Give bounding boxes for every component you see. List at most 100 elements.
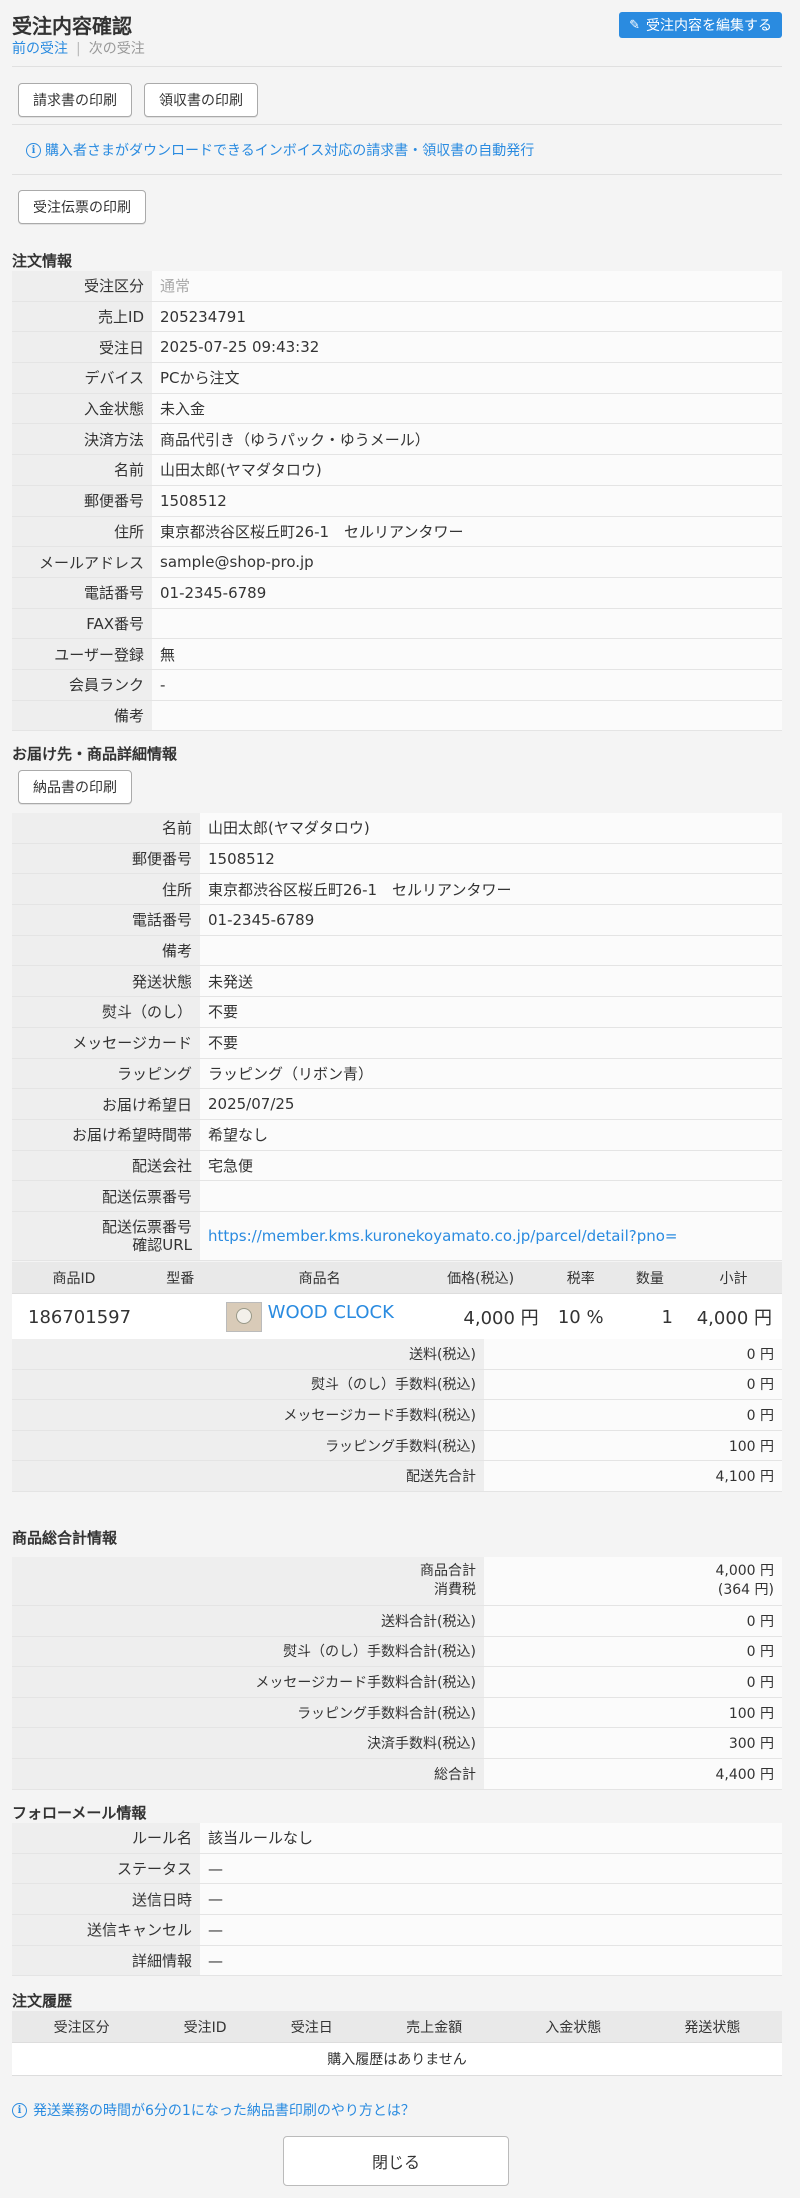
total-value: 4,400 円 bbox=[484, 1758, 782, 1790]
order-nav: 前の受注 | 次の受注 bbox=[12, 38, 145, 58]
row-value: 2025-07-25 09:43:32 bbox=[152, 331, 782, 364]
invoice-info-link[interactable]: i 購入者さまがダウンロードできるインボイス対応の請求書・領収書の自動発行 bbox=[26, 140, 534, 160]
info-row: お届け希望日 2025/07/25 bbox=[12, 1088, 782, 1120]
info-row: 送信キャンセル — bbox=[12, 1914, 782, 1946]
row-value: 商品代引き（ゆうパック・ゆうメール） bbox=[152, 423, 782, 456]
row-value: — bbox=[200, 1853, 782, 1885]
total-value: 0 円 bbox=[484, 1666, 782, 1698]
goods-total-label: 商品合計 bbox=[420, 1563, 476, 1579]
row-value: — bbox=[200, 1945, 782, 1977]
history-column-header: 受注ID bbox=[151, 2011, 259, 2043]
row-key: 配送会社 bbox=[12, 1150, 200, 1182]
history-table: 受注区分 受注ID 受注日 売上金額 入金状態 発送状態 購入履歴はありません bbox=[12, 2011, 782, 2076]
order-info-title: 注文情報 bbox=[12, 252, 73, 270]
total-key: メッセージカード手数料(税込) bbox=[12, 1399, 484, 1431]
close-button[interactable]: 閉じる bbox=[283, 2136, 509, 2186]
product-column-header: 小計 bbox=[684, 1262, 782, 1294]
invoice-info-text: 購入者さまがダウンロードできるインボイス対応の請求書・領収書の自動発行 bbox=[45, 143, 535, 159]
info-row: デバイス PCから注文 bbox=[12, 362, 782, 394]
edit-order-button[interactable]: ✎ 受注内容を編集する bbox=[619, 12, 782, 38]
history-column-header: 受注日 bbox=[258, 2011, 365, 2043]
edit-icon: ✎ bbox=[629, 17, 640, 33]
product-name-link[interactable]: WOOD CLOCK bbox=[268, 1302, 394, 1323]
history-column-header: 受注区分 bbox=[12, 2011, 152, 2043]
info-row: 入金状態 未入金 bbox=[12, 393, 782, 425]
total-value: 0 円 bbox=[484, 1605, 782, 1637]
print-receipt-button[interactable]: 領収書の印刷 bbox=[144, 83, 258, 117]
nav-divider: | bbox=[76, 41, 81, 57]
row-key: 電話番号 bbox=[12, 577, 152, 609]
total-row: ラッピング手数料(税込) 100 円 bbox=[12, 1430, 782, 1462]
row-value: 不要 bbox=[200, 996, 782, 1028]
row-key: 送信キャンセル bbox=[12, 1914, 200, 1946]
info-row: 送信日時 — bbox=[12, 1883, 782, 1916]
total-value: 0 円 bbox=[484, 1339, 782, 1370]
row-key: 配送伝票番号 bbox=[12, 1180, 200, 1212]
product-table: 商品ID 型番 商品名 価格(税込) 税率 数量 小計 186701597 WOOD CLOC… bbox=[12, 1262, 782, 1341]
print-order-slip-button[interactable]: 受注伝票の印刷 bbox=[18, 190, 146, 224]
print-delivery-note-button[interactable]: 納品書の印刷 bbox=[18, 770, 132, 804]
total-row: 送料合計(税込) 0 円 bbox=[12, 1605, 782, 1637]
row-value: ラッピング（リボン青） bbox=[200, 1058, 782, 1090]
row-key: ラッピング bbox=[12, 1058, 200, 1090]
row-value: — bbox=[200, 1883, 782, 1916]
row-value: PCから注文 bbox=[152, 362, 782, 394]
info-row: FAX番号 bbox=[12, 608, 782, 640]
row-value bbox=[200, 1180, 782, 1212]
row-key: 名前 bbox=[12, 454, 152, 486]
product-column-header: 商品名 bbox=[224, 1262, 415, 1294]
info-row: メッセージカード 不要 bbox=[12, 1027, 782, 1059]
total-value: 0 円 bbox=[484, 1636, 782, 1668]
history-column-header: 発送状態 bbox=[642, 2011, 782, 2043]
total-row: 送料(税込) 0 円 bbox=[12, 1339, 782, 1370]
tracking-label-1: 配送伝票番号 bbox=[101, 1217, 192, 1236]
total-value: 0 円 bbox=[484, 1399, 782, 1431]
row-key: 決済方法 bbox=[12, 423, 152, 456]
row-key: ユーザー登録 bbox=[12, 638, 152, 670]
product-column-header: 税率 bbox=[546, 1262, 615, 1294]
info-row: 決済方法 商品代引き（ゆうパック・ゆうメール） bbox=[12, 423, 782, 456]
history-empty: 購入履歴はありません bbox=[12, 2042, 782, 2076]
info-row: 住所 東京都渋谷区桜丘町26-1 セルリアンタワー bbox=[12, 873, 782, 906]
row-value: 山田太郎(ヤマダタロウ) bbox=[200, 813, 782, 844]
row-value: 2025/07/25 bbox=[200, 1088, 782, 1120]
tracking-label-2: 確認URL bbox=[132, 1235, 192, 1254]
row-value: 東京都渋谷区桜丘町26-1 セルリアンタワー bbox=[200, 873, 782, 906]
row-key: メッセージカード bbox=[12, 1027, 200, 1059]
product-price: 4,000 円 bbox=[414, 1293, 547, 1341]
total-value: 300 円 bbox=[484, 1727, 782, 1759]
delivery-totals-table: 送料(税込) 0 円熨斗（のし）手数料(税込) 0 円メッセージカード手数料(税込)… bbox=[12, 1339, 782, 1492]
row-value: 01-2345-6789 bbox=[200, 904, 782, 936]
row-key: 送信日時 bbox=[12, 1883, 200, 1916]
row-key: 備考 bbox=[12, 935, 200, 967]
row-key: 入金状態 bbox=[12, 393, 152, 425]
help-link[interactable]: i 発送業務の時間が6分の1になった納品書印刷のやり方とは？ bbox=[12, 2100, 415, 2120]
total-key: 送料(税込) bbox=[12, 1339, 484, 1370]
row-value: 該当ルールなし bbox=[200, 1823, 782, 1854]
row-value: 無 bbox=[152, 638, 782, 670]
row-value bbox=[152, 700, 782, 732]
info-row: 発送状態 未発送 bbox=[12, 965, 782, 998]
print-invoice-button[interactable]: 請求書の印刷 bbox=[18, 83, 132, 117]
total-key: ラッピング手数料(税込) bbox=[12, 1430, 484, 1462]
info-row: 配送会社 宅急便 bbox=[12, 1150, 782, 1182]
info-row: 会員ランク - bbox=[12, 669, 782, 701]
tracking-url-link[interactable]: https://member.kms.kuronekoyamato.co.jp/… bbox=[208, 1227, 677, 1245]
product-thumbnail[interactable] bbox=[225, 1302, 262, 1332]
row-value: 1508512 bbox=[200, 843, 782, 875]
row-key: デバイス bbox=[12, 362, 152, 394]
prev-order-link[interactable]: 前の受注 bbox=[12, 41, 68, 57]
follow-mail-table: ルール名 該当ルールなし ステータス — 送信日時 — 送信キャンセル — 詳細情報 — bbox=[12, 1823, 782, 1977]
total-value: 100 円 bbox=[484, 1697, 782, 1729]
info-row: 電話番号 01-2345-6789 bbox=[12, 904, 782, 936]
history-title: 注文履歴 bbox=[12, 1992, 73, 2010]
info-row: 詳細情報 — bbox=[12, 1945, 782, 1977]
goods-total-value: 4,000 円 (364 円) bbox=[484, 1557, 782, 1606]
tax-label: 消費税 bbox=[434, 1582, 476, 1598]
info-row: 備考 bbox=[12, 700, 782, 732]
row-value: — bbox=[200, 1914, 782, 1946]
order-info-table: 受注区分 通常 売上ID 205234791 受注日 2025-07-25 09:43:3… bbox=[12, 271, 782, 732]
row-value: 山田太郎(ヤマダタロウ) bbox=[152, 454, 782, 486]
next-order-link[interactable]: 次の受注 bbox=[89, 41, 145, 57]
row-key: 発送状態 bbox=[12, 965, 200, 998]
